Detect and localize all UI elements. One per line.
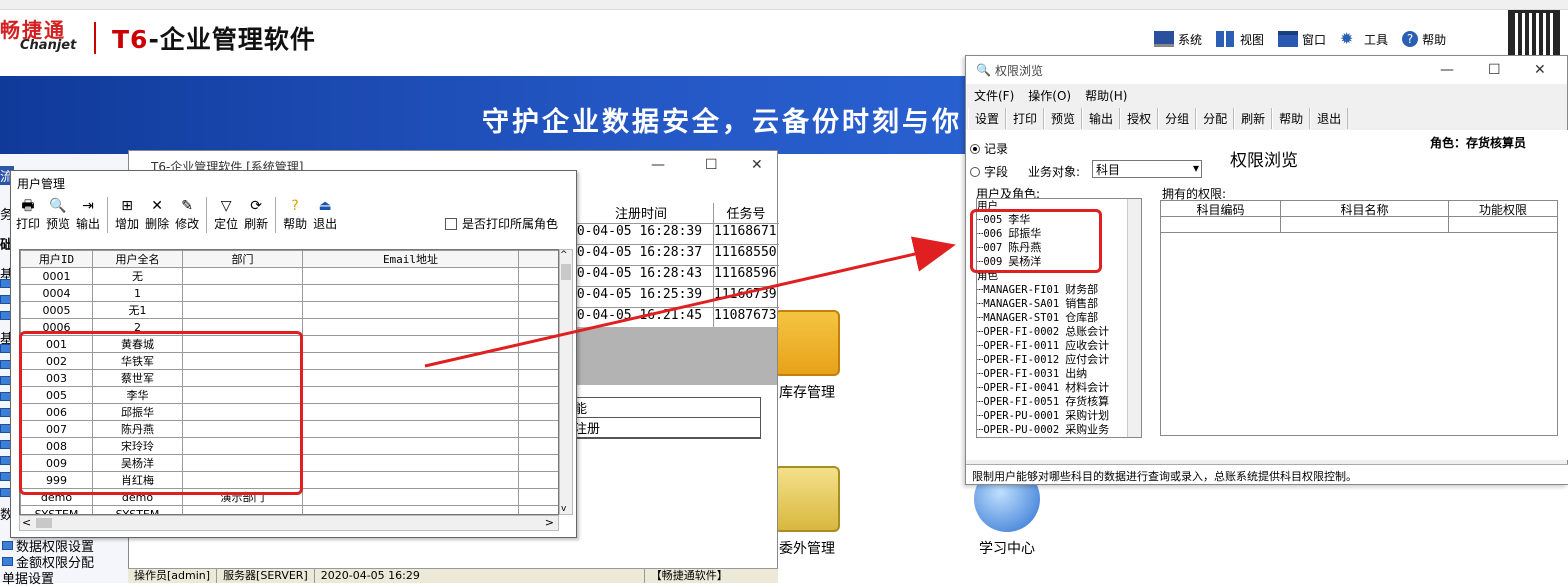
tree-item[interactable]: ┈OPER-FI-0011 应收会计 [977,339,1141,353]
tree-item-name: 出纳 [1065,367,1088,380]
window-title: 权限浏览 [994,63,1043,78]
tree-item-name: 采购业务 [1065,423,1110,436]
radio-record[interactable]: 记录 [970,140,1008,157]
tree-item[interactable]: ┈MANAGER-ST01 仓库部 [977,311,1141,325]
tree-item[interactable]: ┈MANAGER-SA01 销售部 [977,297,1141,311]
menu-bar: 文件(F) 操作(O) 帮助(H) [974,87,1127,104]
toolbar-exit-button[interactable]: 退出 [1310,108,1349,129]
toolbar-preview-button[interactable]: 预览 [1044,108,1083,129]
tree-item-id: OPER-FI-0041 [983,382,1060,394]
close-button[interactable]: ✕ [1534,62,1546,78]
tree-item[interactable]: ┈OPER-FI-0031 出纳 [977,367,1141,381]
page-heading: 权限浏览 [1230,151,1298,171]
toolbar-print-button[interactable]: 打印 [1006,108,1045,129]
tree-item[interactable]: ┈MANAGER-FI01 财务部 [977,283,1141,297]
perm-toolbar: 设置 打印 预览 输出 授权 分组 分配 刷新 帮助 退出 [968,108,1349,129]
toolbar-refresh-button[interactable]: 刷新 [1234,108,1273,129]
col-subject-name[interactable]: 科目名称 [1281,201,1449,217]
tree-item[interactable]: ┈OPER-PU-0001 采购计划 [977,409,1141,423]
tree-item-id: OPER-FI-0012 [983,354,1060,366]
tree-item-id: OPER-FI-0031 [983,368,1060,380]
radio-button[interactable] [970,166,980,177]
toolbar-settings-button[interactable]: 设置 [968,108,1007,129]
toolbar-group-button[interactable]: 分组 [1158,108,1197,129]
window-icon: 🔍 [976,63,991,77]
role-label: 角色：存货核算员 [1430,136,1527,150]
toolbar-help-button[interactable]: 帮助 [1272,108,1311,129]
tree-item-id: OPER-FI-0011 [983,340,1060,352]
tree-item-id: OPER-FI-0002 [983,326,1060,338]
tree-item-name: 存货核算 [1065,395,1110,408]
business-object-label: 业务对象: [1028,165,1081,179]
chevron-down-icon[interactable]: ▾ [1193,161,1199,175]
annotation-highlight-box [970,209,1102,273]
radio-field[interactable]: 字段 [970,163,1008,180]
perm-main-panel: 记录 字段 业务对象: 科目 ▾ 权限浏览 角色：存货核算员 用户及角色: 拥有的… [966,130,1568,460]
maximize-button[interactable]: ☐ [1488,62,1501,78]
menu-operation[interactable]: 操作(O) [1028,87,1071,104]
tree-item-name: 材料会计 [1065,381,1110,394]
menu-file[interactable]: 文件(F) [974,87,1014,104]
window-titlebar: 🔍 权限浏览 [966,56,1567,84]
tree-item-id: MANAGER-SA01 [983,298,1060,310]
tree-item-id: OPER-PU-0002 [983,424,1060,436]
permissions-table: 科目编码 科目名称 功能权限 [1160,200,1558,436]
tree-item-name: 应收会计 [1065,339,1110,352]
table-header: 科目编码 科目名称 功能权限 [1161,201,1557,217]
tree-item[interactable]: ┈OPER-FI-0002 总账会计 [977,325,1141,339]
toolbar-grant-button[interactable]: 授权 [1120,108,1159,129]
business-object-select[interactable]: 科目 ▾ [1092,160,1202,178]
tree-item-name: 采购计划 [1065,409,1110,422]
tree-item-name: 仓库部 [1065,311,1099,324]
toolbar-export-button[interactable]: 输出 [1082,108,1121,129]
radio-button[interactable] [970,143,980,154]
tree-item-name: 总账会计 [1065,325,1110,338]
tree-item-id: OPER-PU-0001 [983,410,1060,422]
col-function-perm[interactable]: 功能权限 [1449,201,1557,217]
table-row[interactable] [1161,217,1557,233]
tree-item-name: 销售部 [1065,297,1099,310]
vertical-scrollbar[interactable] [1127,199,1141,437]
menu-help[interactable]: 帮助(H) [1085,87,1127,104]
tree-item-id: OPER-FI-0051 [983,396,1060,408]
tree-item-name: 应付会计 [1065,353,1110,366]
toolbar-assign-button[interactable]: 分配 [1196,108,1235,129]
tree-item-name: 财务部 [1065,283,1099,296]
perm-status-bar: 限制用户能够对哪些科目的数据进行查询或录入，总账系统提供科目权限控制。 [966,464,1568,484]
col-subject-code[interactable]: 科目编码 [1161,201,1281,217]
tree-item[interactable]: ┈OPER-FI-0041 材料会计 [977,381,1141,395]
permission-browse-window: 🔍 权限浏览 — ☐ ✕ 文件(F) 操作(O) 帮助(H) 设置 打印 预览 输… [965,55,1568,485]
minimize-button[interactable]: — [1440,62,1454,78]
tree-item-id: MANAGER-FI01 [983,284,1060,296]
tree-item-id: MANAGER-ST01 [983,312,1060,324]
tree-item[interactable]: ┈OPER-PU-0002 采购业务 [977,423,1141,437]
tree-item[interactable]: ┈OPER-FI-0051 存货核算 [977,395,1141,409]
tree-item[interactable]: ┈OPER-FI-0012 应付会计 [977,353,1141,367]
